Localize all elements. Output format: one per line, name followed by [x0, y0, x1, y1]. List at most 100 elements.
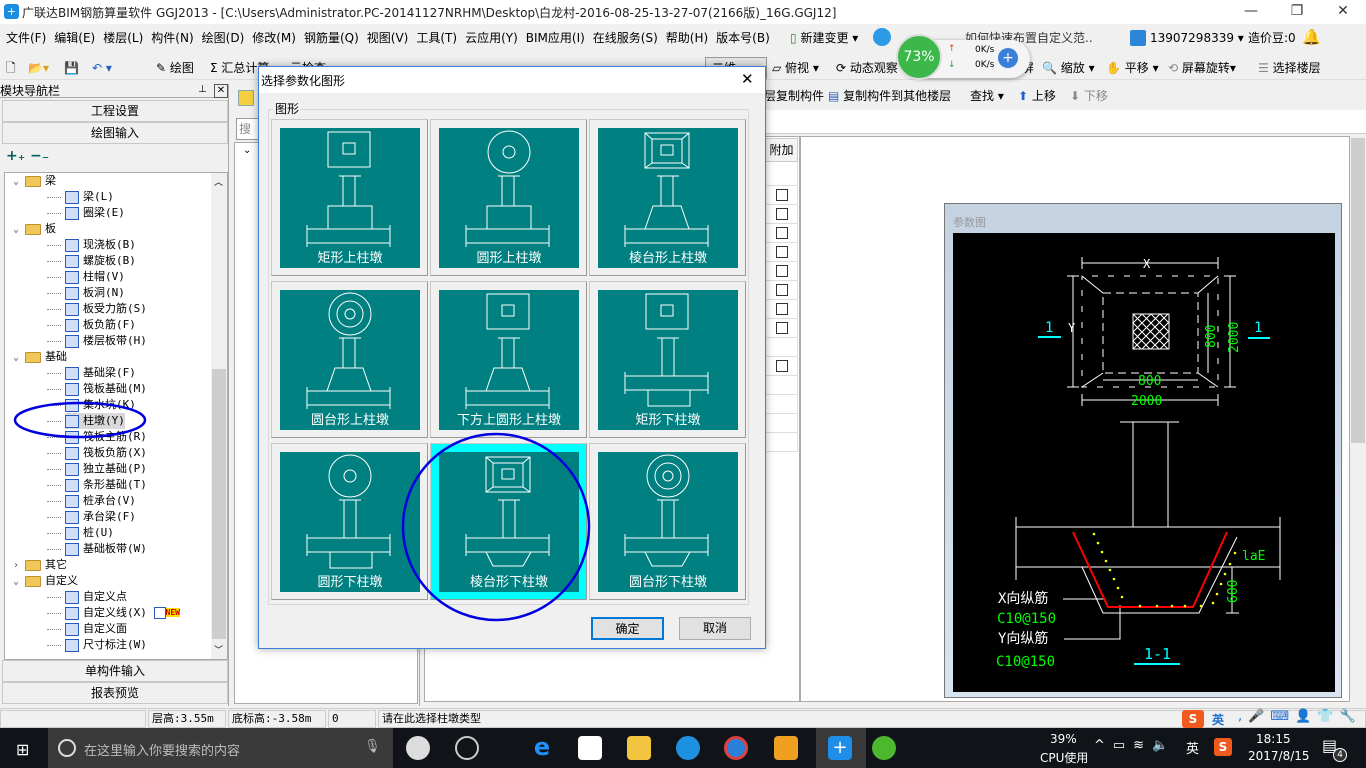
bell-icon[interactable]: 🔔: [1302, 28, 1321, 46]
restore-button[interactable]: ❐: [1274, 0, 1320, 24]
glodon-app-icon[interactable]: [676, 736, 700, 760]
shape-tile[interactable]: 圆形上柱墩: [430, 119, 587, 276]
tray-icons[interactable]: ^▭≋🔈: [1094, 738, 1176, 753]
chevron-down-icon[interactable]: ⌄: [243, 145, 251, 156]
store-icon[interactable]: [578, 736, 602, 760]
shape-tile[interactable]: 矩形下柱墩: [589, 281, 746, 438]
shape-tile[interactable]: 圆台形上柱墩: [271, 281, 428, 438]
menu-item[interactable]: 云应用(Y): [461, 26, 522, 50]
report-preview-button[interactable]: 报表预览: [2, 682, 228, 704]
ime-tools-icons[interactable]: ,🎤⌨👤👕🔧: [1238, 709, 1362, 724]
checkbox[interactable]: [776, 246, 788, 258]
chevron-down-icon[interactable]: ⌄: [13, 174, 25, 190]
find-button[interactable]: 查找 ▾: [970, 84, 1004, 108]
move-down-button[interactable]: ⬇ 下移: [1070, 84, 1108, 108]
tray-sogou-icon[interactable]: S: [1214, 738, 1232, 756]
chevron-right-icon[interactable]: ›: [13, 558, 25, 574]
pan-button[interactable]: ✋ 平移 ▾: [1106, 56, 1159, 80]
zoom-button[interactable]: 🔍 缩放 ▾: [1042, 56, 1095, 80]
ime-mode[interactable]: 英: [1212, 711, 1224, 728]
tree-item[interactable]: 独立基础(P): [65, 461, 147, 477]
tree-item[interactable]: 螺旋板(B): [65, 253, 136, 269]
pin-icon[interactable]: ⊥: [198, 84, 207, 95]
notes-app-icon[interactable]: [774, 736, 798, 760]
tree-item[interactable]: 筏板基础(M): [65, 381, 147, 397]
assistant-icon[interactable]: [873, 28, 891, 46]
canvas-scroll-thumb[interactable]: [1351, 138, 1365, 443]
new-file-icon[interactable]: 🗋: [6, 56, 16, 80]
tray-ime[interactable]: 英: [1186, 738, 1199, 757]
taskbar-app-fan-icon[interactable]: [406, 736, 430, 760]
tree-item[interactable]: 柱墩(Y): [65, 413, 125, 429]
menu-item[interactable]: 版本号(B): [712, 26, 774, 50]
search-input[interactable]: 搜索: [236, 118, 260, 156]
scroll-up-icon[interactable]: ︿: [214, 175, 223, 188]
tree-item[interactable]: 板负筋(F): [65, 317, 136, 333]
menu-item[interactable]: 文件(F): [2, 26, 50, 50]
tree-item[interactable]: 自定义点: [65, 589, 127, 605]
dialog-close-icon[interactable]: ✕: [741, 70, 754, 88]
chevron-down-icon[interactable]: ⌄: [13, 222, 25, 238]
cancel-button[interactable]: 取消: [679, 617, 751, 640]
undo-icon[interactable]: ↶ ▾: [92, 56, 112, 80]
menu-item[interactable]: 工具(T): [412, 26, 461, 50]
tree-item[interactable]: 现浇板(B): [65, 237, 136, 253]
shape-tile[interactable]: 棱台形上柱墩: [589, 119, 746, 276]
move-up-button[interactable]: ⬆ 上移: [1018, 84, 1056, 108]
top-view-button[interactable]: ▱ 俯视 ▾: [772, 56, 819, 80]
tree-folder[interactable]: ⌄ 板: [13, 221, 56, 237]
chevron-down-icon[interactable]: ⌄: [13, 350, 25, 366]
checkbox[interactable]: [776, 303, 788, 315]
dynamic-view-button[interactable]: ⟳ 动态观察: [836, 56, 898, 80]
shape-tile[interactable]: 棱台形下柱墩: [430, 443, 587, 600]
menu-item[interactable]: 楼层(L): [99, 26, 147, 50]
draw-input-button[interactable]: 绘图输入: [2, 122, 228, 144]
taskbar-search[interactable]: 在这里输入你要搜索的内容 🎙: [48, 728, 393, 768]
sogou-ime-icon[interactable]: S: [1182, 710, 1204, 728]
expand-all-icon[interactable]: +₊: [6, 148, 25, 164]
accelerate-plus-icon[interactable]: +: [998, 48, 1018, 68]
checkbox[interactable]: [776, 189, 788, 201]
tree-item[interactable]: 集水坑(K): [65, 397, 136, 413]
close-window-button[interactable]: ✕: [1320, 0, 1366, 24]
tree-item[interactable]: 基础板带(W): [65, 541, 147, 557]
chevron-down-icon[interactable]: ⌄: [13, 574, 25, 590]
close-nav-icon[interactable]: ✕: [214, 84, 228, 98]
shape-tile[interactable]: 下方上圆形上柱墩: [430, 281, 587, 438]
minimize-button[interactable]: —: [1228, 0, 1274, 24]
browser-360-icon[interactable]: [872, 736, 896, 760]
file-explorer-icon[interactable]: [627, 736, 651, 760]
canvas-scrollbar[interactable]: [1350, 136, 1366, 702]
menu-item[interactable]: BIM应用(I): [522, 26, 589, 50]
checkbox[interactable]: [776, 322, 788, 334]
project-settings-button[interactable]: 工程设置: [2, 100, 228, 122]
tree-item[interactable]: 自定义面: [65, 621, 127, 637]
glodon-app2-icon[interactable]: [724, 736, 748, 760]
tree-folder[interactable]: ⌄ 自定义: [13, 573, 78, 589]
tree-item[interactable]: 楼层板带(H): [65, 333, 147, 349]
tree-item[interactable]: 筏板负筋(X): [65, 445, 147, 461]
menu-item[interactable]: 钢筋量(Q): [300, 26, 363, 50]
menu-item[interactable]: 绘图(D): [198, 26, 249, 50]
account-dropdown[interactable]: 13907298339 ▾: [1150, 26, 1244, 50]
tree-item[interactable]: 梁(L): [65, 189, 114, 205]
tree-item[interactable]: 条形基础(T): [65, 477, 147, 493]
tree-item[interactable]: 柱帽(V): [65, 269, 125, 285]
ok-button[interactable]: 确定: [591, 617, 664, 640]
menu-item[interactable]: 修改(M): [248, 26, 300, 50]
menu-item[interactable]: 在线服务(S): [589, 26, 662, 50]
tree-item[interactable]: 尺寸标注(W): [65, 637, 147, 653]
menu-item[interactable]: 视图(V): [363, 26, 413, 50]
save-icon[interactable]: 💾: [64, 56, 79, 80]
tree-folder[interactable]: ⌄ 基础: [13, 349, 67, 365]
scrollbar-thumb[interactable]: [212, 369, 226, 639]
menu-item[interactable]: 编辑(E): [50, 26, 99, 50]
draw-button[interactable]: ✎ 绘图: [156, 56, 194, 80]
tree-item[interactable]: 筏板主筋(R): [65, 429, 147, 445]
tree-item[interactable]: 承台梁(F): [65, 509, 136, 525]
tree-item[interactable]: 板洞(N): [65, 285, 125, 301]
windows-start-icon[interactable]: ⊞: [16, 740, 29, 759]
ggj-app-icon[interactable]: +: [828, 736, 852, 760]
checkbox[interactable]: [776, 208, 788, 220]
new-component-icon[interactable]: [238, 90, 254, 106]
